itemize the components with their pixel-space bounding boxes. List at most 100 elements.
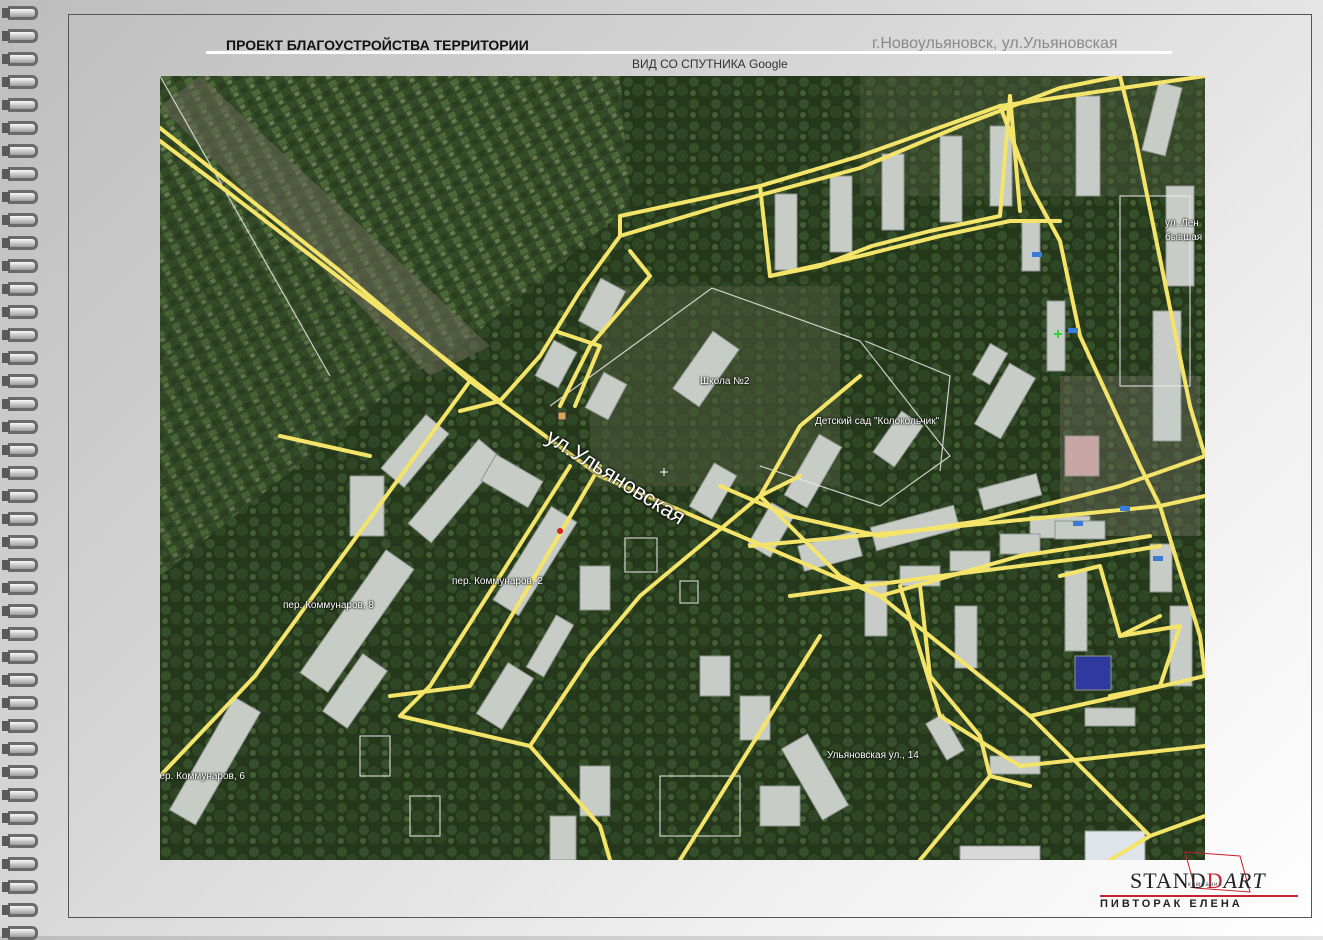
binding-hole — [2, 353, 10, 363]
binding-hole — [2, 77, 10, 87]
binding-ring — [8, 719, 38, 733]
binding-ring — [8, 489, 38, 503]
binding-ring — [8, 259, 38, 273]
binding-ring — [8, 75, 38, 89]
binding-hole — [2, 330, 10, 340]
label-kommunarov-6: пер. Коммунаров, 6 — [160, 771, 245, 782]
binding-hole — [2, 560, 10, 570]
binding-hole — [2, 146, 10, 156]
binding-ring — [8, 121, 38, 135]
binding-hole — [2, 192, 10, 202]
binding-hole — [2, 537, 10, 547]
binding-ring — [8, 811, 38, 825]
binding-ring — [8, 374, 38, 388]
binding-hole — [2, 307, 10, 317]
binding-hole — [2, 376, 10, 386]
binding-hole — [2, 31, 10, 41]
binding-ring — [8, 282, 38, 296]
header-divider — [206, 51, 1172, 54]
label-school: Школа №2 — [700, 376, 750, 387]
binding-hole — [2, 813, 10, 823]
binding-hole — [2, 629, 10, 639]
satellite-map[interactable]: ул.Ульяновская Школа №2 Детский сад "Кол… — [160, 76, 1205, 860]
label-lenina: ул. Лен — [1165, 218, 1199, 229]
binding-ring — [8, 6, 38, 20]
binding-hole — [2, 100, 10, 110]
binding-hole — [2, 905, 10, 915]
binding-ring — [8, 926, 38, 940]
binding-hole — [2, 491, 10, 501]
binding-ring — [8, 397, 38, 411]
label-lenina-former: бывшая — [1165, 232, 1203, 243]
binding-ring — [8, 558, 38, 572]
binding-hole — [2, 836, 10, 846]
binding-ring — [8, 420, 38, 434]
company-logo: STANDDART компания ПИВТОРАК ЕЛЕНА — [1100, 848, 1300, 912]
binding-ring — [8, 52, 38, 66]
binding-hole — [2, 606, 10, 616]
binding-ring — [8, 535, 38, 549]
binding-hole — [2, 54, 10, 64]
binding-hole — [2, 514, 10, 524]
binding-hole — [2, 859, 10, 869]
binding-hole — [2, 790, 10, 800]
binding-ring — [8, 351, 38, 365]
binding-ring — [8, 627, 38, 641]
binding-hole — [2, 928, 10, 938]
label-kindergarten: Детский сад "Колокольчик" — [815, 416, 940, 427]
binding-ring — [8, 696, 38, 710]
binding-ring — [8, 742, 38, 756]
logo-underline — [1100, 895, 1298, 897]
binding-hole — [2, 8, 10, 18]
binding-ring — [8, 834, 38, 848]
binding-ring — [8, 328, 38, 342]
binding-ring — [8, 29, 38, 43]
logo-company: компания — [1188, 882, 1223, 888]
binding-hole — [2, 882, 10, 892]
binding-hole — [2, 422, 10, 432]
binding-hole — [2, 583, 10, 593]
binding-ring — [8, 673, 38, 687]
binding-ring — [8, 880, 38, 894]
binding-hole — [2, 399, 10, 409]
logo-stand: STANDDART — [1130, 868, 1266, 893]
binding-hole — [2, 169, 10, 179]
binding-ring — [8, 650, 38, 664]
binding-ring — [8, 512, 38, 526]
binding-ring — [8, 903, 38, 917]
binding-ring — [8, 190, 38, 204]
binding-hole — [2, 698, 10, 708]
map-graphics — [160, 76, 1205, 860]
binding-hole — [2, 261, 10, 271]
author-name: ПИВТОРАК ЕЛЕНА — [1100, 898, 1243, 910]
binding-ring — [8, 604, 38, 618]
binding-ring — [8, 443, 38, 457]
binding-hole — [2, 652, 10, 662]
binding-ring — [8, 581, 38, 595]
view-caption: ВИД СО СПУТНИКА Google — [632, 57, 788, 71]
binding-hole — [2, 445, 10, 455]
binding-ring — [8, 236, 38, 250]
binding-hole — [2, 215, 10, 225]
binding-ring — [8, 466, 38, 480]
binding-hole — [2, 744, 10, 754]
label-kommunarov-2: пер. Коммунаров, 2 — [452, 576, 543, 587]
binding-hole — [2, 721, 10, 731]
binding-ring — [8, 788, 38, 802]
binding-ring — [8, 144, 38, 158]
binding-ring — [8, 167, 38, 181]
binding-hole — [2, 675, 10, 685]
binding-hole — [2, 767, 10, 777]
binding-hole — [2, 238, 10, 248]
binding-hole — [2, 123, 10, 133]
binding-ring — [8, 857, 38, 871]
label-ulyanovskaya-14: Ульяновская ул., 14 — [827, 750, 919, 761]
spiral-binding — [0, 0, 48, 940]
binding-ring — [8, 213, 38, 227]
binding-ring — [8, 98, 38, 112]
binding-hole — [2, 284, 10, 294]
binding-ring — [8, 765, 38, 779]
binding-hole — [2, 468, 10, 478]
label-kommunarov-8: пер. Коммунаров, 8 — [283, 600, 374, 611]
binding-ring — [8, 305, 38, 319]
